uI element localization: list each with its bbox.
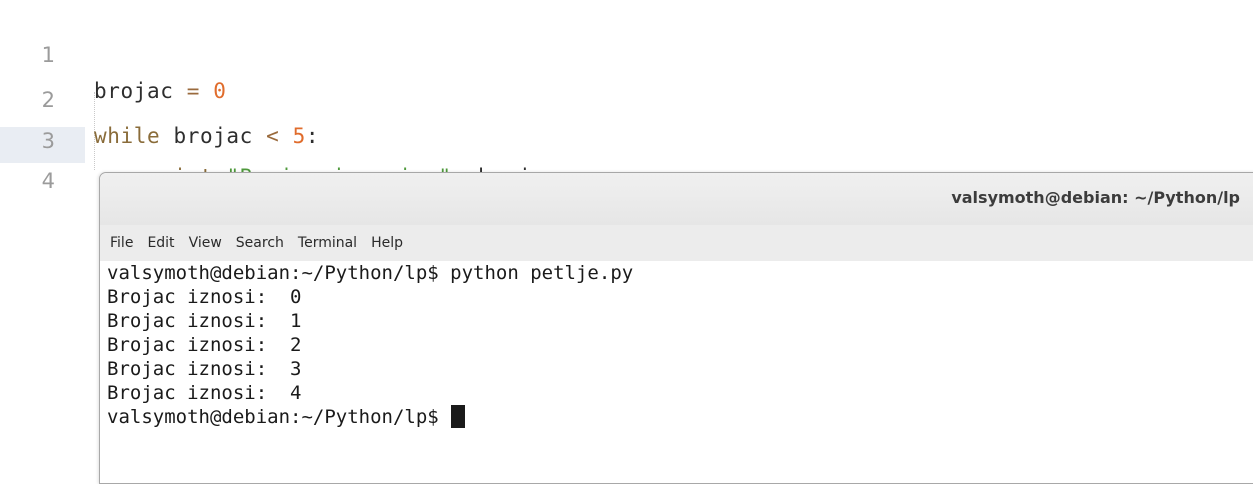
code-line[interactable]: 2 while brojac < 5: xyxy=(0,46,1253,148)
terminal-prompt: valsymoth@debian:~/Python/lp$ xyxy=(107,406,451,428)
menu-file[interactable]: File xyxy=(110,235,133,251)
menu-view[interactable]: View xyxy=(189,235,222,251)
menu-terminal[interactable]: Terminal xyxy=(298,235,357,251)
terminal-output-line: Brojac iznosi: 4 xyxy=(107,382,302,404)
terminal-command-line: valsymoth@debian:~/Python/lp$ python pet… xyxy=(107,262,634,284)
menu-edit[interactable]: Edit xyxy=(147,235,174,251)
terminal-titlebar[interactable]: valsymoth@debian: ~/Python/lp xyxy=(100,173,1253,226)
terminal-output[interactable]: valsymoth@debian:~/Python/lp$ python pet… xyxy=(100,261,1253,483)
code-line[interactable]: 1 brojac = 0 xyxy=(0,1,1253,103)
terminal-output-line: Brojac iznosi: 1 xyxy=(107,310,302,332)
menu-help[interactable]: Help xyxy=(371,235,403,251)
terminal-output-line: Brojac iznosi: 3 xyxy=(107,358,302,380)
line-number: 4 xyxy=(41,169,55,193)
terminal-window[interactable]: valsymoth@debian: ~/Python/lp File Edit … xyxy=(99,172,1253,484)
menu-search[interactable]: Search xyxy=(236,235,284,251)
terminal-menubar: File Edit View Search Terminal Help xyxy=(100,225,1253,261)
terminal-cursor xyxy=(451,405,466,428)
terminal-output-line: Brojac iznosi: 2 xyxy=(107,334,302,356)
code-line[interactable]: 3 print "Brojac iznosi: ", brojac xyxy=(0,87,1253,189)
code-line[interactable]: 4 brojac += 1 # jako važno! xyxy=(0,127,1253,229)
terminal-prompt-line[interactable]: valsymoth@debian:~/Python/lp$ xyxy=(107,405,1253,429)
terminal-output-line: Brojac iznosi: 0 xyxy=(107,286,302,308)
window-title: valsymoth@debian: ~/Python/lp xyxy=(951,188,1240,207)
